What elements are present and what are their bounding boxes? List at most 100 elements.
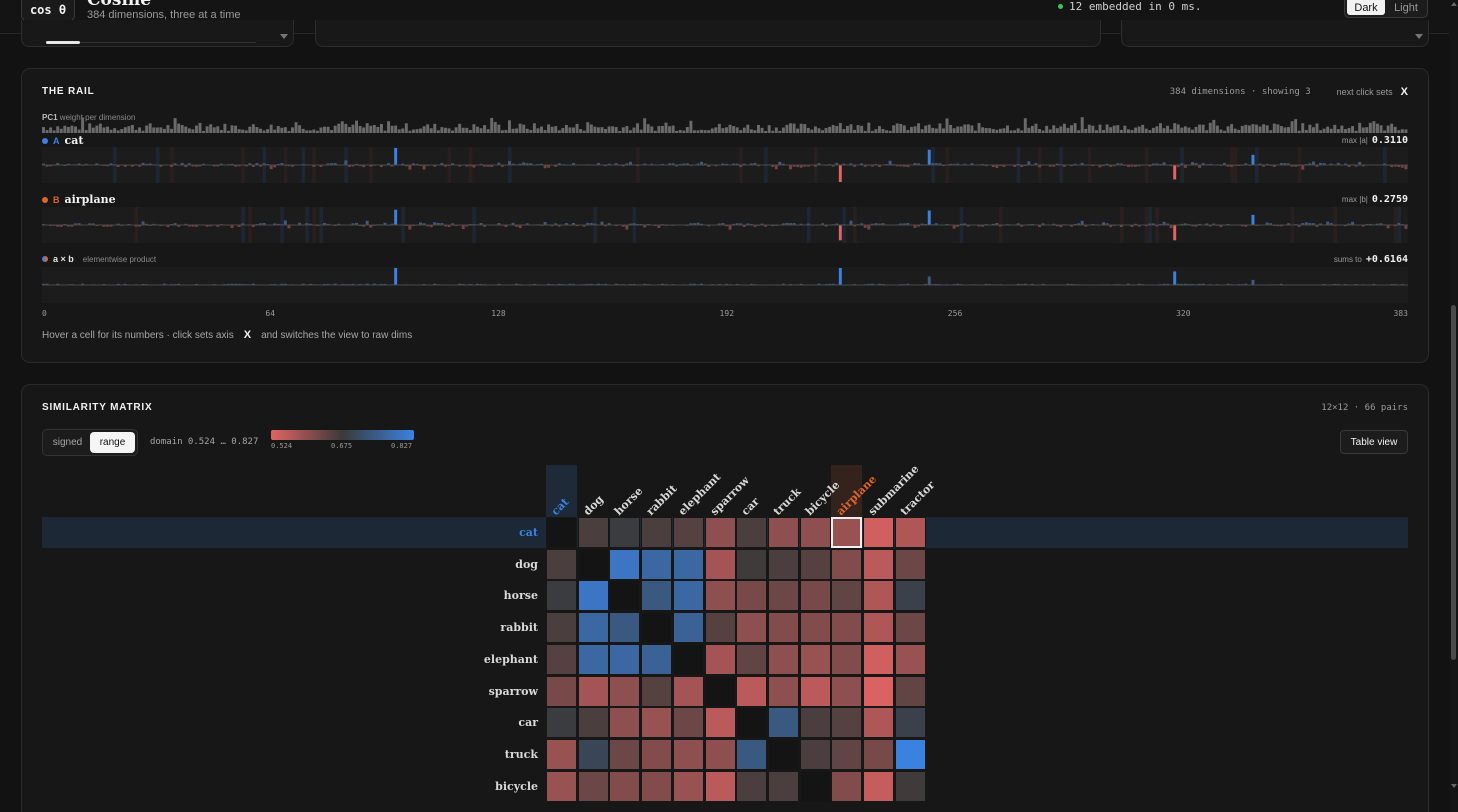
matrix-cell[interactable] [863,643,894,675]
col-label-car[interactable]: car [739,495,762,518]
matrix-cell[interactable] [672,580,704,612]
matrix-cell[interactable] [894,580,926,612]
matrix-cell[interactable] [863,770,894,802]
matrix-cell[interactable] [831,770,863,802]
matrix-cell[interactable] [546,675,577,707]
matrix-cell[interactable] [799,580,831,612]
matrix-cell[interactable] [609,675,641,707]
matrix-cell[interactable] [577,580,609,612]
matrix-cell[interactable] [831,643,863,675]
track-b-chart[interactable] [42,207,1408,243]
matrix-cell[interactable] [736,643,768,675]
matrix-cell[interactable] [799,770,831,802]
row-label-horse[interactable]: horse [504,589,538,602]
matrix-cell[interactable] [863,738,894,770]
matrix-cell[interactable] [736,770,768,802]
matrix-cell[interactable] [641,548,673,580]
matrix-cell[interactable] [736,548,768,580]
matrix-cell[interactable] [894,517,926,548]
matrix-cell[interactable] [641,675,673,707]
matrix-cell[interactable] [672,770,704,802]
matrix-cell[interactable] [577,738,609,770]
matrix-cell[interactable] [799,675,831,707]
matrix-cell[interactable] [863,580,894,612]
row-label-dog[interactable]: dog [515,558,538,571]
row-label-cat[interactable]: cat [519,526,538,539]
scroll-up-icon[interactable] [1451,2,1457,6]
matrix-cell[interactable] [704,675,736,707]
matrix-cell[interactable] [767,770,799,802]
matrix-cell[interactable] [641,517,673,548]
matrix-cell[interactable] [577,548,609,580]
matrix-cell[interactable] [767,707,799,739]
matrix-cell[interactable] [577,643,609,675]
matrix-cell[interactable] [799,707,831,739]
track-a-chart[interactable] [42,147,1408,183]
matrix-cell[interactable] [767,738,799,770]
matrix-cell[interactable] [704,738,736,770]
matrix-cell[interactable] [831,707,863,739]
input-panel[interactable] [315,20,1101,47]
matrix-cell[interactable] [546,738,577,770]
theme-light-button[interactable]: Light [1387,0,1425,15]
matrix-cell[interactable] [736,675,768,707]
matrix-cell[interactable] [767,580,799,612]
matrix-cell[interactable] [799,612,831,644]
matrix-cell[interactable] [863,548,894,580]
col-label-rabbit[interactable]: rabbit [644,482,680,518]
matrix-cell[interactable] [641,770,673,802]
matrix-cell[interactable] [736,707,768,739]
matrix-cell[interactable] [641,738,673,770]
col-label-truck[interactable]: truck [771,485,804,518]
matrix-cell[interactable] [546,643,577,675]
matrix-cell[interactable] [641,612,673,644]
pc1-weights-chart[interactable] [42,113,1408,133]
table-view-button[interactable]: Table view [1340,430,1408,454]
matrix-cell[interactable] [767,612,799,644]
matrix-cell[interactable] [609,738,641,770]
matrix-cell[interactable] [894,548,926,580]
matrix-cell[interactable] [736,612,768,644]
matrix-cell[interactable] [894,643,926,675]
matrix-cell[interactable] [641,707,673,739]
matrix-cell[interactable] [799,517,831,548]
matrix-cell[interactable] [672,643,704,675]
matrix-cell[interactable] [609,770,641,802]
matrix-cell[interactable] [704,612,736,644]
page-scrollbar[interactable] [1449,0,1458,812]
matrix-cell[interactable] [863,707,894,739]
matrix-cell[interactable] [546,612,577,644]
matrix-cell[interactable] [831,612,863,644]
row-label-truck[interactable]: truck [505,748,538,761]
track-ab-chart[interactable] [42,267,1408,303]
matrix-cell[interactable] [799,548,831,580]
matrix-cell[interactable] [672,707,704,739]
matrix-cell[interactable] [704,548,736,580]
matrix-cell[interactable] [894,738,926,770]
mode-signed-button[interactable]: signed [45,432,90,453]
matrix-cell[interactable] [672,548,704,580]
matrix-cell[interactable] [831,738,863,770]
col-label-dog[interactable]: dog [580,493,605,518]
matrix-cell[interactable] [672,738,704,770]
matrix-cell[interactable] [704,707,736,739]
matrix-cell[interactable] [577,770,609,802]
matrix-cell[interactable] [894,707,926,739]
matrix-cell[interactable] [894,675,926,707]
word-a-select[interactable] [21,20,294,47]
matrix-cell[interactable] [863,517,894,548]
matrix-cell[interactable] [641,643,673,675]
row-label-sparrow[interactable]: sparrow [489,685,538,698]
matrix-cell[interactable] [546,548,577,580]
matrix-cell[interactable] [609,707,641,739]
matrix-cell[interactable] [863,675,894,707]
matrix-cell[interactable] [609,548,641,580]
matrix-cell[interactable] [799,738,831,770]
matrix-cell[interactable] [546,770,577,802]
matrix-cell[interactable] [704,643,736,675]
matrix-cell[interactable] [641,580,673,612]
matrix-cell[interactable] [863,612,894,644]
matrix-cell[interactable] [577,707,609,739]
matrix-cell[interactable] [831,675,863,707]
matrix-cell[interactable] [546,580,577,612]
